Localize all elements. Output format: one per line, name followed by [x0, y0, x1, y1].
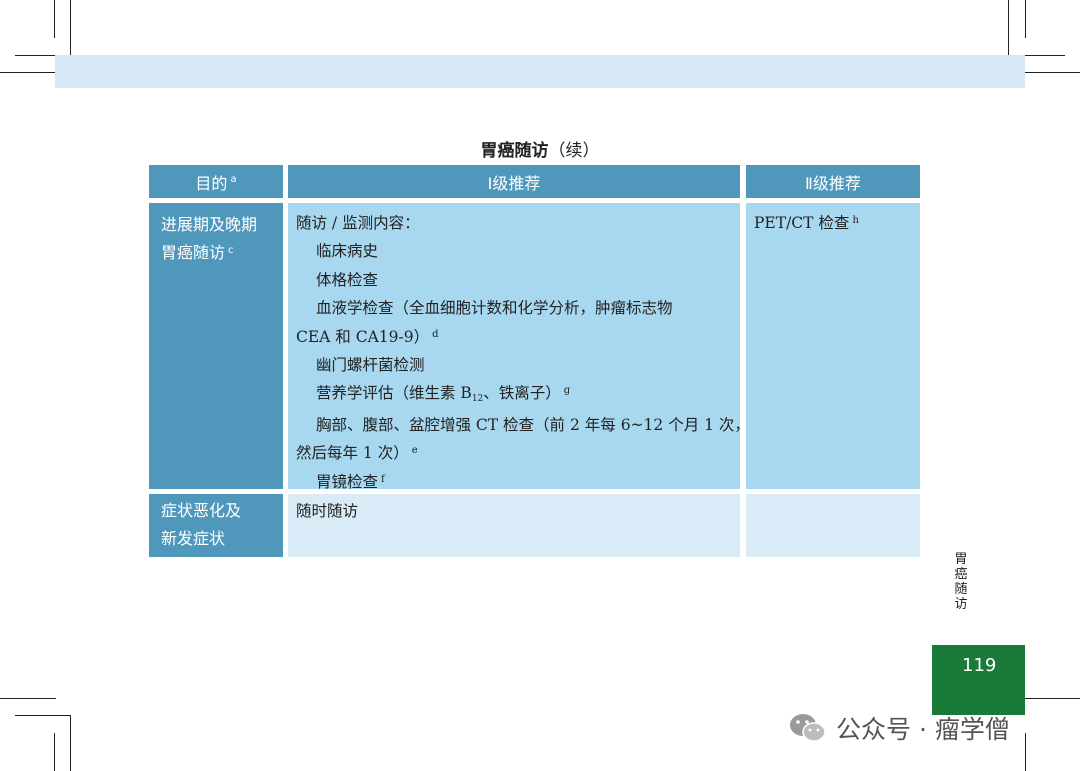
wechat-icon	[790, 714, 826, 742]
vitamin-subscript: 12	[471, 394, 484, 405]
crop-mark	[70, 715, 71, 771]
header-level1-label: Ⅰ级推荐	[487, 173, 541, 193]
row1-purpose-line1: 进展期及晚期	[161, 215, 258, 234]
footnote-marker: h	[852, 215, 859, 226]
crop-mark	[54, 0, 55, 38]
followup-intro: 随访 / 监测内容：	[296, 214, 420, 232]
item-ct-b-text: 然后每年 1 次）	[296, 444, 409, 463]
side-label-char: 癌	[954, 567, 968, 582]
crop-mark	[1024, 698, 1080, 699]
row1-level1: 随访 / 监测内容： 临床病史 体格检查 血液学检查（全血细胞计数和化学分析，肿…	[288, 203, 750, 491]
header-purpose-label: 目的	[195, 173, 228, 193]
page-number-box: 119	[932, 645, 1025, 715]
crop-mark	[0, 698, 56, 699]
side-label-char: 随	[954, 582, 968, 597]
footnote-marker: g	[563, 385, 571, 397]
row1-level2: PET/CT 检查 h	[746, 203, 920, 489]
item-nutrition-b: 、铁离子）	[483, 384, 561, 403]
item-history: 临床病史	[316, 242, 379, 261]
item-nutrition-a: 营养学评估（维生素 B	[316, 384, 472, 403]
footnote-marker: c	[228, 245, 234, 256]
row2-level1-text: 随时随访	[296, 502, 359, 520]
crop-mark	[54, 733, 55, 771]
header-level1: Ⅰ级推荐	[288, 165, 740, 198]
side-label-char: 胃	[954, 552, 968, 567]
row1-level2-text: PET/CT 检查	[754, 214, 850, 232]
row2-purpose-line2: 新发症状	[161, 529, 226, 548]
watermark-text: 公众号 · 瘤学僧	[836, 715, 1010, 744]
item-blood-a: 血液学检查（全血细胞计数和化学分析，肿瘤标志物	[316, 299, 673, 318]
item-endoscopy-text: 胃镜检查	[316, 472, 379, 491]
crop-mark	[1024, 72, 1080, 73]
item-blood-b-text: CEA 和 CA19-9）	[296, 327, 430, 346]
crop-mark	[15, 715, 71, 716]
page-number: 119	[962, 655, 997, 676]
section-side-label: 胃 癌 随 访	[953, 552, 969, 612]
crop-mark	[0, 72, 56, 73]
header-purpose: 目的 a	[149, 165, 283, 198]
row2-purpose-line1: 症状恶化及	[161, 501, 242, 520]
footnote-marker: f	[381, 473, 385, 485]
header-level2-label: Ⅱ级推荐	[805, 173, 861, 193]
crop-mark	[1025, 0, 1026, 38]
header-band	[55, 55, 1025, 88]
item-blood-b: CEA 和 CA19-9） d	[296, 323, 732, 351]
item-ct-a: 胸部、腹部、盆腔增强 CT 检查（前 2 年每 6~12 个月 1 次，	[316, 415, 750, 434]
item-endoscopy: 胃镜检查 f	[296, 468, 732, 496]
item-hp: 幽门螺杆菌检测	[316, 356, 425, 375]
header-level2: Ⅱ级推荐	[746, 165, 920, 198]
watermark: 公众号 · 瘤学僧	[788, 708, 1010, 748]
item-exam: 体格检查	[316, 270, 379, 289]
page-title: 胃癌随访（续）	[0, 136, 1080, 161]
item-nutrition: 营养学评估（维生素 B12、铁离子） g	[296, 379, 732, 410]
row2-level1: 随时随访	[288, 494, 740, 557]
footnote-marker: a	[230, 174, 237, 185]
footnote-marker: e	[411, 445, 418, 457]
crop-mark	[70, 0, 71, 56]
item-ct-b: 然后每年 1 次） e	[296, 439, 732, 467]
crop-mark	[1025, 733, 1026, 771]
footnote-marker: d	[432, 328, 439, 340]
row2-level2	[746, 494, 920, 557]
title-main: 胃癌随访	[480, 141, 549, 161]
row1-purpose-line2: 胃癌随访	[161, 243, 226, 262]
row2-purpose: 症状恶化及 新发症状	[149, 494, 283, 557]
side-label-char: 访	[954, 597, 968, 612]
crop-mark	[1008, 0, 1009, 56]
row1-purpose: 进展期及晚期 胃癌随访 c	[149, 203, 283, 489]
title-suffix: （续）	[548, 141, 600, 161]
